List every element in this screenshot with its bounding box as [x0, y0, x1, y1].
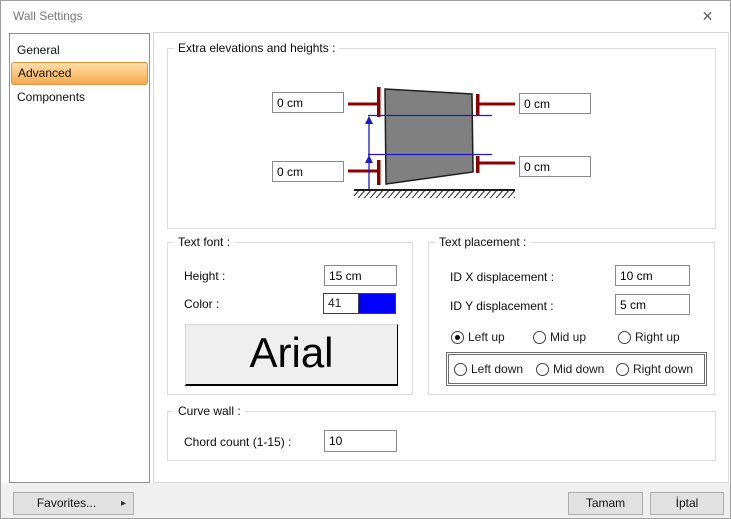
favorites-button[interactable]: Favorites... ▸	[13, 492, 134, 515]
wall-settings-dialog: Wall Settings ✕ General Advanced Compone…	[0, 0, 731, 519]
radio-left-up-circle[interactable]	[451, 331, 464, 344]
radio-right-down[interactable]: Right down	[616, 362, 693, 376]
footer-bar: Favorites... ▸ Tamam İptal	[1, 483, 730, 519]
radio-mid-down-label: Mid down	[553, 362, 604, 376]
radio-left-up[interactable]: Left up	[451, 330, 505, 344]
height-label: Height :	[184, 269, 225, 283]
favorites-arrow-icon: ▸	[121, 493, 126, 514]
radio-left-up-label: Left up	[468, 330, 505, 344]
group-extra-elevations: Extra elevations and heights :	[167, 48, 716, 229]
sidebar-item-components[interactable]: Components	[11, 85, 148, 109]
group-text-placement-title: Text placement :	[435, 235, 530, 249]
color-label: Color :	[184, 297, 219, 311]
favorites-label: Favorites...	[37, 496, 96, 510]
radio-right-up[interactable]: Right up	[618, 330, 680, 344]
radio-left-down[interactable]: Left down	[454, 362, 523, 376]
group-text-font: Text font : Height : Color : 41 Arial	[167, 242, 413, 395]
color-swatch[interactable]	[359, 294, 395, 313]
radio-right-up-label: Right up	[635, 330, 680, 344]
window-title: Wall Settings	[13, 9, 83, 23]
radio-mid-up-label: Mid up	[550, 330, 586, 344]
ground-line	[354, 189, 515, 191]
wall-diagram	[168, 49, 715, 228]
font-preview-button[interactable]: Arial	[185, 324, 398, 386]
id-x-label: ID X displacement :	[450, 270, 554, 284]
radio-mid-up-circle[interactable]	[533, 331, 546, 344]
sidebar-item-general[interactable]: General	[11, 38, 148, 62]
chord-count-input[interactable]	[324, 430, 397, 452]
cancel-button[interactable]: İptal	[650, 492, 724, 515]
elevation-bottom-left-input[interactable]	[272, 161, 344, 182]
title-bar: Wall Settings ✕	[1, 1, 730, 32]
ok-button[interactable]: Tamam	[568, 492, 643, 515]
radio-mid-down[interactable]: Mid down	[536, 362, 604, 376]
radio-right-down-label: Right down	[633, 362, 693, 376]
category-list: General Advanced Components	[9, 33, 150, 483]
radio-left-down-label: Left down	[471, 362, 523, 376]
group-curve-wall: Curve wall : Chord count (1-15) :	[167, 411, 716, 461]
group-curve-wall-title: Curve wall :	[174, 404, 245, 418]
chord-count-label: Chord count (1-15) :	[184, 435, 291, 449]
radio-down-frame: Left down Mid down Right down	[446, 352, 707, 386]
radio-right-down-circle[interactable]	[616, 363, 629, 376]
font-height-input[interactable]	[324, 265, 397, 286]
color-picker[interactable]: 41	[323, 293, 396, 314]
radio-mid-down-circle[interactable]	[536, 363, 549, 376]
elevation-bottom-right-input[interactable]	[519, 156, 591, 177]
group-text-font-title: Text font :	[174, 235, 234, 249]
elevation-top-left-input[interactable]	[272, 92, 344, 113]
radio-left-down-circle[interactable]	[454, 363, 467, 376]
group-text-placement: Text placement : ID X displacement : ID …	[428, 242, 715, 395]
sidebar-item-advanced[interactable]: Advanced	[11, 62, 148, 85]
elevation-top-right-input[interactable]	[519, 93, 591, 114]
ground-hatch	[354, 191, 515, 198]
color-index-value[interactable]: 41	[324, 294, 359, 313]
close-icon[interactable]: ✕	[685, 1, 730, 31]
radio-mid-up[interactable]: Mid up	[533, 330, 586, 344]
wall-shape	[385, 89, 473, 184]
id-y-label: ID Y displacement :	[450, 299, 554, 313]
id-y-input[interactable]	[615, 294, 690, 315]
id-x-input[interactable]	[615, 265, 690, 286]
radio-right-up-circle[interactable]	[618, 331, 631, 344]
